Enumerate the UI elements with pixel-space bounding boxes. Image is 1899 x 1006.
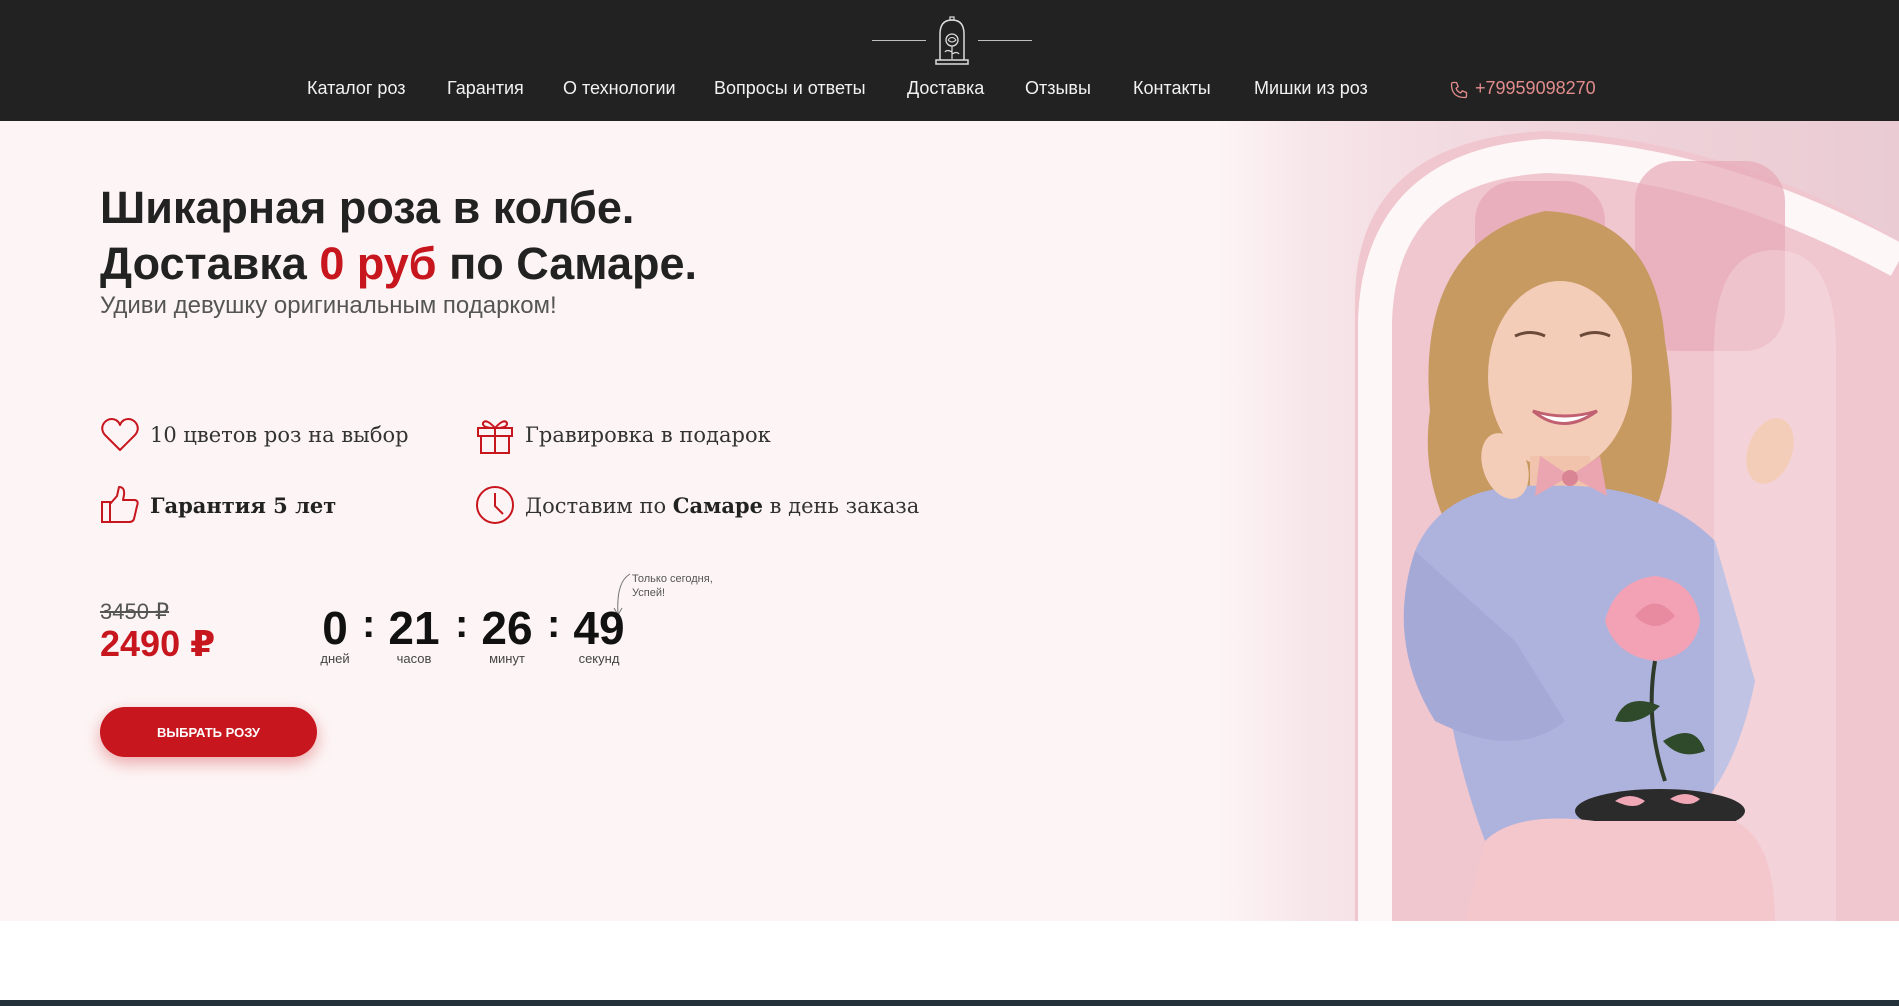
hero-section: Шикарная роза в колбе. Доставка 0 руб по… (0, 121, 1899, 921)
logo-line-left (872, 40, 926, 41)
nav-item-catalog[interactable]: Каталог роз (307, 78, 406, 99)
rose-in-flask-icon (935, 16, 969, 65)
feature-guarantee: Гарантия 5 лет (99, 484, 419, 528)
countdown-days: 0 (322, 602, 348, 654)
hero-title-prefix: Доставка (100, 238, 320, 289)
feature-delivery-prefix: Доставим по (525, 494, 673, 518)
choose-rose-button[interactable]: ВЫБРАТЬ РОЗУ (100, 707, 317, 757)
next-section-edge (0, 1000, 1899, 1006)
hero-title-suffix: по Самаре. (436, 238, 698, 289)
main-nav: Каталог роз Гарантия О технологии Вопрос… (0, 78, 1899, 102)
countdown-minutes: 26 (481, 602, 533, 654)
nav-item-contacts[interactable]: Контакты (1133, 78, 1211, 99)
feature-engraving: Гравировка в подарок (474, 414, 794, 458)
countdown-note: Только сегодня, Успей! (632, 573, 713, 599)
countdown-minutes-label: минут (489, 651, 525, 666)
clock-icon (476, 486, 514, 524)
nav-item-technology[interactable]: О технологии (563, 78, 676, 99)
new-price: 2490 ₽ (100, 623, 216, 664)
nav-item-faq[interactable]: Вопросы и ответы (714, 78, 866, 99)
feature-same-day-delivery: Доставим по Самаре в день заказа (474, 484, 919, 528)
hero-title-line2: Доставка 0 руб по Самаре. (100, 236, 697, 292)
countdown-seconds-label: секунд (578, 651, 620, 666)
nav-item-rose-bears[interactable]: Мишки из роз (1254, 78, 1368, 99)
old-price: 3450 ₽ (100, 599, 170, 624)
feature-delivery-text: Доставим по Самаре в день заказа (525, 493, 919, 518)
hero-photo (1215, 121, 1899, 921)
feature-delivery-city: Самаре (672, 493, 763, 518)
feature-rose-colors-text: 10 цветов роз на выбор (150, 423, 409, 447)
site-header: Каталог роз Гарантия О технологии Вопрос… (0, 0, 1899, 121)
nav-item-delivery[interactable]: Доставка (907, 78, 984, 99)
countdown-days-label: дней (320, 651, 350, 666)
heart-icon (101, 418, 139, 451)
countdown-separator: : (455, 602, 469, 646)
countdown-separator: : (362, 602, 376, 646)
gift-icon (477, 420, 513, 454)
phone-number: +79959098270 (1475, 78, 1596, 98)
countdown-seconds: 49 (573, 602, 625, 654)
feature-rose-colors: 10 цветов роз на выбор (99, 414, 419, 458)
logo-line-right (978, 40, 1032, 41)
thumbs-up-icon (101, 486, 139, 523)
feature-guarantee-bold: Гарантия 5 лет (150, 493, 337, 518)
hero-title-highlight: 0 руб (319, 238, 437, 289)
nav-item-reviews[interactable]: Отзывы (1025, 78, 1091, 99)
countdown-hours: 21 (388, 602, 440, 654)
countdown-hours-label: часов (396, 651, 432, 666)
hero-title: Шикарная роза в колбе. Доставка 0 руб по… (100, 180, 697, 292)
phone-icon (1450, 81, 1468, 99)
countdown-separator: : (547, 602, 561, 646)
hero-title-line1: Шикарная роза в колбе. (100, 182, 635, 233)
logo[interactable] (872, 16, 1032, 68)
feature-delivery-suffix: в день заказа (762, 494, 920, 518)
feature-engraving-text: Гравировка в подарок (525, 423, 771, 447)
hero-subtitle: Удиви девушку оригинальным подарком! (100, 292, 557, 319)
feature-guarantee-text: Гарантия 5 лет (150, 493, 336, 518)
nav-item-guarantee[interactable]: Гарантия (447, 78, 524, 99)
hero-illustration (1355, 131, 1899, 921)
